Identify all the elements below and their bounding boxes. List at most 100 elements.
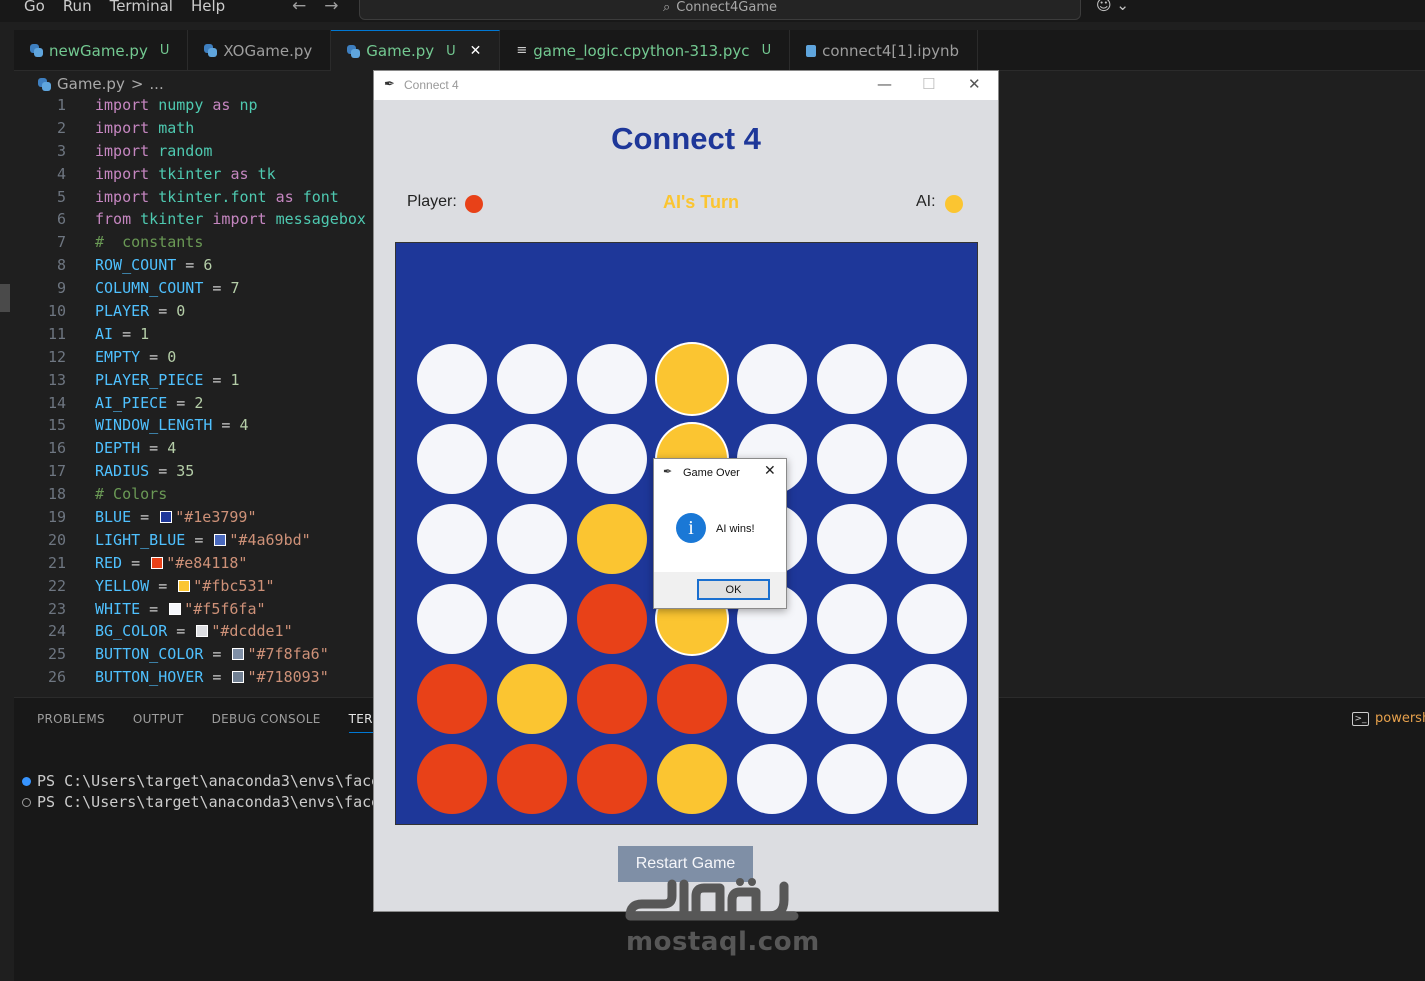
code-line[interactable]: 24 BG_COLOR = "#dcdde1" (14, 622, 376, 645)
tab-game-logic-pyc[interactable]: ≡ game_logic.cpython-313.pyc U (500, 30, 791, 71)
code-line[interactable]: 4 import tkinter as tk (14, 165, 376, 188)
board-cell[interactable] (417, 424, 487, 494)
code-line[interactable]: 7 # constants (14, 233, 376, 256)
board-cell[interactable] (897, 744, 967, 814)
tab-game[interactable]: Game.py U ✕ (331, 30, 501, 71)
code-line[interactable]: 3 import random (14, 142, 376, 165)
code-line[interactable]: 1 import numpy as np (14, 96, 376, 119)
close-icon[interactable]: ✕ (968, 75, 981, 93)
board-cell[interactable] (577, 424, 647, 494)
code-text: DEPTH = 4 (95, 439, 177, 458)
scrollbar-marker[interactable] (0, 284, 10, 312)
menu-help[interactable]: Help (191, 0, 225, 15)
board-cell[interactable] (817, 504, 887, 574)
board-cell[interactable] (817, 584, 887, 654)
tab-output[interactable]: OUTPUT (133, 712, 184, 733)
code-line[interactable]: 19 BLUE = "#1e3799" (14, 508, 376, 531)
code-line[interactable]: 20 LIGHT_BLUE = "#4a69bd" (14, 531, 376, 554)
board-cell[interactable] (497, 584, 567, 654)
panel-tabs: PROBLEMS OUTPUT DEBUG CONSOLE TERM (37, 712, 384, 733)
code-editor[interactable]: 1 import numpy as np 2 import math 3 import r… (14, 96, 376, 696)
board-cell[interactable] (497, 504, 567, 574)
line-number: 24 (47, 622, 66, 641)
board-cell[interactable] (497, 664, 567, 734)
forward-arrow-icon[interactable]: → (324, 0, 338, 16)
menu-run[interactable]: Run (63, 0, 92, 15)
code-line[interactable]: 5 import tkinter.font as font (14, 188, 376, 211)
code-text: COLUMN_COUNT = 7 (95, 279, 240, 298)
code-line[interactable]: 25 BUTTON_COLOR = "#7f8fa6" (14, 645, 376, 668)
code-line[interactable]: 9 COLUMN_COUNT = 7 (14, 279, 376, 302)
code-line[interactable]: 21 RED = "#e84118" (14, 554, 376, 577)
board-cell[interactable] (577, 504, 647, 574)
maximize-icon[interactable]: ☐ (922, 75, 935, 93)
line-number: 8 (56, 256, 66, 275)
board-cell[interactable] (897, 344, 967, 414)
back-arrow-icon[interactable]: ← (292, 0, 306, 16)
board-cell[interactable] (897, 504, 967, 574)
board-cell[interactable] (417, 744, 487, 814)
tab-newgame[interactable]: newGame.py U (14, 30, 189, 71)
code-line[interactable]: 16 DEPTH = 4 (14, 439, 376, 462)
board-cell[interactable] (817, 424, 887, 494)
board-cell[interactable] (897, 664, 967, 734)
terminal-shell-selector[interactable]: >_ powersh (1352, 711, 1425, 726)
minimize-icon[interactable]: — (877, 75, 892, 93)
code-line[interactable]: 8 ROW_COUNT = 6 (14, 256, 376, 279)
code-line[interactable]: 23 WHITE = "#f5f6fa" (14, 600, 376, 623)
code-line[interactable]: 18 # Colors (14, 485, 376, 508)
line-number: 26 (47, 668, 66, 687)
close-icon[interactable]: ✕ (764, 463, 776, 479)
code-text: WINDOW_LENGTH = 4 (95, 416, 249, 435)
board-cell[interactable] (417, 584, 487, 654)
board-cell[interactable] (577, 344, 647, 414)
copilot-icon[interactable]: ☺ ⌄ (1096, 0, 1129, 14)
code-line[interactable]: 2 import math (14, 119, 376, 142)
board-cell[interactable] (817, 664, 887, 734)
board-cell[interactable] (577, 744, 647, 814)
board-cell[interactable] (657, 744, 727, 814)
code-line[interactable]: 15 WINDOW_LENGTH = 4 (14, 416, 376, 439)
code-line[interactable]: 10 PLAYER = 0 (14, 302, 376, 325)
code-line[interactable]: 12 EMPTY = 0 (14, 348, 376, 371)
board-cell[interactable] (497, 424, 567, 494)
code-line[interactable]: 17 RADIUS = 35 (14, 462, 376, 485)
code-line[interactable]: 6 from tkinter import messagebox (14, 210, 376, 233)
board-cell[interactable] (737, 744, 807, 814)
ok-button[interactable]: OK (697, 579, 770, 600)
board-cell[interactable] (737, 344, 807, 414)
breadcrumb-file[interactable]: Game.py (57, 75, 125, 93)
line-number: 22 (47, 576, 66, 595)
code-line[interactable]: 13 PLAYER_PIECE = 1 (14, 371, 376, 394)
board-cell[interactable] (657, 664, 727, 734)
code-line[interactable]: 14 AI_PIECE = 2 (14, 394, 376, 417)
close-icon[interactable]: ✕ (470, 43, 482, 59)
board-cell[interactable] (897, 424, 967, 494)
tab-problems[interactable]: PROBLEMS (37, 712, 105, 733)
tab-debug-console[interactable]: DEBUG CONSOLE (212, 712, 321, 733)
board-cell[interactable] (737, 664, 807, 734)
code-line[interactable]: 26 BUTTON_HOVER = "#718093" (14, 668, 376, 691)
tab-connect4-notebook[interactable]: connect4[1].ipynb (790, 30, 979, 71)
board-cell[interactable] (417, 664, 487, 734)
breadcrumb-rest[interactable]: ... (149, 75, 163, 93)
board-cell[interactable] (577, 584, 647, 654)
board-cell[interactable] (817, 744, 887, 814)
board-cell[interactable] (897, 584, 967, 654)
menu-go[interactable]: Go (24, 0, 45, 15)
line-number: 5 (56, 187, 66, 206)
command-center[interactable]: ⌕ Connect4Game (359, 0, 1081, 20)
board-cell[interactable] (577, 664, 647, 734)
code-line[interactable]: 11 AI = 1 (14, 325, 376, 348)
board-cell[interactable] (417, 344, 487, 414)
tab-xogame[interactable]: XOGame.py (188, 30, 332, 71)
board-cell[interactable] (497, 744, 567, 814)
board-cell[interactable] (817, 344, 887, 414)
menu-terminal[interactable]: Terminal (110, 0, 173, 15)
board-cell[interactable] (657, 344, 727, 414)
code-line[interactable]: 22 YELLOW = "#fbc531" (14, 577, 376, 600)
board-cell[interactable] (417, 504, 487, 574)
line-number: 12 (47, 347, 66, 366)
board-cell[interactable] (497, 344, 567, 414)
untracked-badge: U (761, 43, 772, 58)
